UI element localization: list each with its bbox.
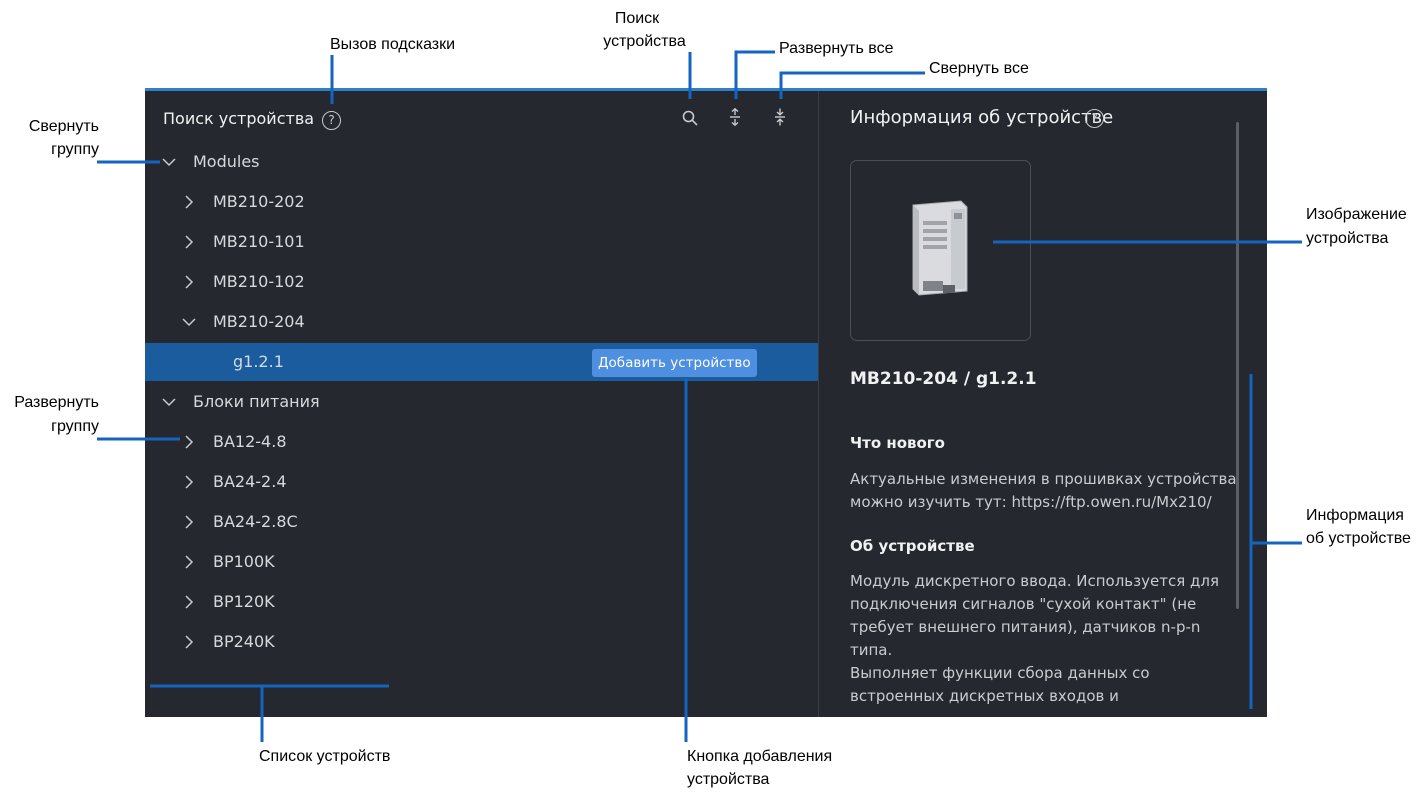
tree-item-label: Блоки питания bbox=[193, 392, 320, 411]
search-icon[interactable] bbox=[681, 109, 699, 127]
annotation-search-line1: Поиск bbox=[614, 10, 660, 27]
tree-item-bp100k[interactable]: BP100K bbox=[145, 543, 818, 581]
chevron-right-icon[interactable] bbox=[181, 623, 197, 661]
tree-item-label: BP100K bbox=[213, 552, 275, 571]
chevron-right-icon[interactable] bbox=[181, 503, 197, 541]
device-module-image bbox=[912, 200, 968, 296]
tree-item-label: BP120K bbox=[213, 592, 275, 611]
tree-item-mb210-102[interactable]: MB210-102 bbox=[145, 263, 818, 301]
annotation-expand-group-line1: Развернуть bbox=[14, 394, 99, 411]
question-circle-icon[interactable]: ? bbox=[1085, 109, 1104, 128]
chevron-right-icon[interactable] bbox=[181, 183, 197, 221]
annotation-device-list: Список устройств bbox=[259, 748, 391, 765]
device-name: MB210-204 / g1.2.1 bbox=[850, 369, 1037, 389]
tree-item-label: BP240K bbox=[213, 632, 275, 651]
add-device-button[interactable]: Добавить устройство bbox=[592, 349, 757, 377]
tree-item-label: BA24-2.4 bbox=[213, 472, 287, 491]
annotation-add-button-line1: Кнопка добавления bbox=[687, 748, 833, 765]
about-text: Модуль дискретного ввода. Используется д… bbox=[850, 572, 1219, 705]
annotation-device-image-line1: Изображение bbox=[1306, 206, 1407, 223]
tree-item-bp120k[interactable]: BP120K bbox=[145, 583, 818, 621]
device-search-title: Поиск устройства bbox=[163, 109, 315, 128]
annotation-add-button-line2: устройства bbox=[687, 771, 770, 788]
tree-group-modules[interactable]: Modules bbox=[145, 143, 818, 181]
chevron-down-icon[interactable] bbox=[161, 143, 177, 181]
tree-item-mb210-101[interactable]: MB210-101 bbox=[145, 223, 818, 261]
device-info-pane: Информация об устройстве ? MB210-204 / g… bbox=[819, 91, 1267, 717]
device-browser-window: Поиск устройства ? Modules MB210-202 MB2… bbox=[145, 88, 1267, 717]
annotation-collapse-all: Свернуть все bbox=[929, 60, 1029, 77]
whats-new-heading: Что нового bbox=[850, 434, 945, 452]
chevron-right-icon[interactable] bbox=[181, 583, 197, 621]
tree-item-mb210-202[interactable]: MB210-202 bbox=[145, 183, 818, 221]
tree-item-ba24-2-4[interactable]: BA24-2.4 bbox=[145, 463, 818, 501]
device-info-title: Информация об устройстве bbox=[850, 107, 1114, 128]
tree-item-bp240k[interactable]: BP240K bbox=[145, 623, 818, 661]
chevron-right-icon[interactable] bbox=[181, 463, 197, 501]
device-search-pane: Поиск устройства ? Modules MB210-202 MB2… bbox=[145, 91, 818, 717]
chevron-right-icon[interactable] bbox=[181, 223, 197, 261]
question-circle-icon[interactable]: ? bbox=[322, 111, 341, 130]
annotation-collapse-group-line1: Свернуть bbox=[28, 118, 99, 135]
tree-item-label: BA12-4.8 bbox=[213, 432, 287, 451]
chevron-right-icon[interactable] bbox=[181, 423, 197, 461]
tree-group-power-supplies[interactable]: Блоки питания bbox=[145, 383, 818, 421]
tree-item-g1-2-1[interactable]: g1.2.1 Добавить устройство bbox=[145, 343, 818, 381]
about-heading: Об устройстве bbox=[850, 537, 975, 555]
annotation-help-call: Вызов подсказки bbox=[330, 36, 456, 53]
tree-item-label: MB210-101 bbox=[213, 232, 305, 251]
whats-new-text: Актуальные изменения в прошивках устройс… bbox=[850, 470, 1237, 511]
tree-item-ba12-4-8[interactable]: BA12-4.8 bbox=[145, 423, 818, 461]
info-scrollbar[interactable] bbox=[1236, 122, 1239, 609]
chevron-down-icon[interactable] bbox=[161, 383, 177, 421]
tree-item-label: Modules bbox=[193, 152, 260, 171]
chevron-down-icon[interactable] bbox=[181, 303, 197, 341]
tree-item-label: BA24-2.8C bbox=[213, 512, 298, 531]
annotation-expand-all: Развернуть все bbox=[779, 40, 894, 57]
annotation-device-info-line1: Информация bbox=[1306, 507, 1404, 524]
collapse-all-icon[interactable] bbox=[771, 108, 789, 126]
annotation-collapse-group-line2: группу bbox=[51, 141, 99, 158]
annotation-device-info-line2: об устройстве bbox=[1306, 530, 1411, 547]
chevron-right-icon[interactable] bbox=[181, 543, 197, 581]
expand-all-icon[interactable] bbox=[726, 108, 744, 126]
chevron-right-icon[interactable] bbox=[181, 263, 197, 301]
annotation-search-line2: устройства bbox=[603, 33, 686, 50]
device-image bbox=[850, 160, 1031, 341]
tree-item-label: g1.2.1 bbox=[233, 352, 284, 371]
tree-item-ba24-2-8c[interactable]: BA24-2.8C bbox=[145, 503, 818, 541]
tree-item-label: MB210-204 bbox=[213, 312, 305, 331]
tree-item-mb210-204[interactable]: MB210-204 bbox=[145, 303, 818, 341]
tree-item-label: MB210-202 bbox=[213, 192, 305, 211]
tree-item-label: MB210-102 bbox=[213, 272, 305, 291]
annotation-expand-group-line2: группу bbox=[51, 418, 99, 435]
annotation-device-image-line2: устройства bbox=[1306, 230, 1389, 247]
